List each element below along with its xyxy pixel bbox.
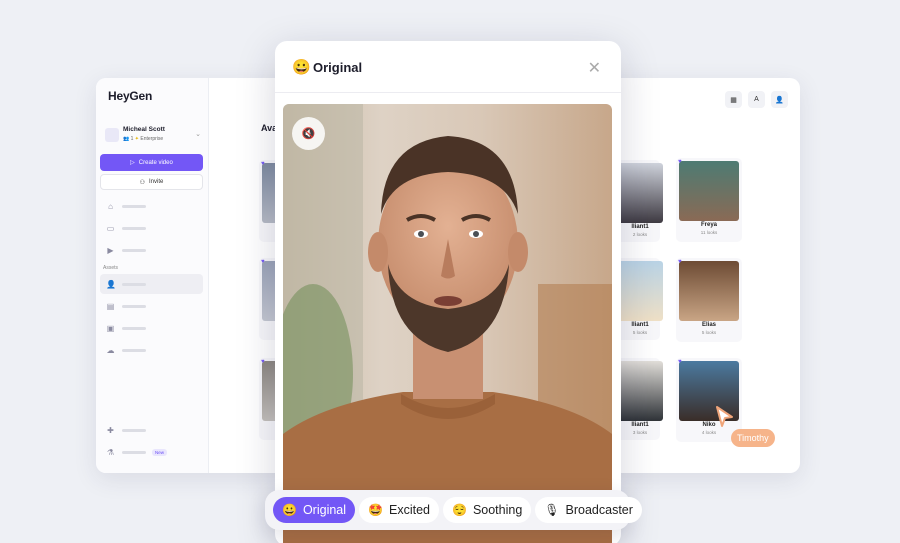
- avatar-icon: 👤: [106, 279, 116, 289]
- heart-icon[interactable]: ♥: [261, 359, 265, 365]
- sidebar-item-videos[interactable]: ▶: [100, 240, 203, 260]
- user-meta: 👥 1 ✦ Enterprise: [123, 136, 163, 142]
- avatar-name: Freya: [700, 222, 717, 228]
- user-name: Micheal Scott: [123, 126, 165, 133]
- mood-option-soothing[interactable]: 😌 Soothing: [442, 497, 532, 523]
- cursor-arrow-icon: [716, 406, 733, 427]
- grinning-face-icon: 😀: [292, 59, 311, 76]
- template-icon: ▣: [106, 323, 115, 333]
- mute-toggle-button[interactable]: 🔇: [292, 117, 325, 150]
- relieved-face-icon: 😌: [451, 503, 467, 517]
- video-preview-modal: 😀 Original ✕: [275, 41, 621, 543]
- avatar-looks: 5 looks: [701, 330, 717, 335]
- sidebar-item-avatars[interactable]: 👤: [100, 274, 203, 294]
- folder-icon: ▭: [106, 223, 115, 233]
- avatar-image: [679, 161, 739, 221]
- heygen-logo[interactable]: HeyGen: [108, 89, 152, 103]
- modal-header: 😀 Original ✕: [275, 41, 621, 93]
- invite-label: Invite: [149, 179, 164, 185]
- mood-label: Excited: [388, 503, 430, 517]
- mood-option-excited[interactable]: 🤩 Excited: [359, 497, 439, 523]
- sidebar-item-integrations[interactable]: ✚: [100, 420, 203, 440]
- chevron-down-icon[interactable]: ⌄: [195, 130, 201, 138]
- close-icon[interactable]: ✕: [588, 58, 601, 78]
- mood-label: Broadcaster: [565, 503, 633, 517]
- collaborator-cursor-label: Timothy: [731, 429, 775, 447]
- assets-section-label: Assets: [103, 265, 119, 271]
- cloud-upload-icon: ☁: [106, 345, 115, 355]
- toolbar: ▦ A 👤: [725, 91, 788, 108]
- sidebar: HeyGen Micheal Scott 👥 1 ✦ Enterprise ⌄ …: [96, 78, 209, 473]
- user-card[interactable]: Micheal Scott 👥 1 ✦ Enterprise ⌄: [103, 126, 203, 152]
- mood-label: Soothing: [472, 503, 523, 517]
- mood-option-original[interactable]: 😀 Original: [273, 497, 356, 523]
- create-video-label: Create video: [138, 159, 173, 166]
- avatar-tile[interactable]: ♥ Freya 11 looks: [676, 158, 742, 242]
- heart-icon[interactable]: ♥: [261, 161, 265, 167]
- mood-option-broadcaster[interactable]: 🎙 Broadcaster: [535, 497, 642, 523]
- person-icon: ⚇: [139, 179, 146, 186]
- avatar-looks: 11 looks: [700, 230, 718, 235]
- grinning-face-icon: 😀: [282, 503, 297, 517]
- users-icon: 👥: [123, 136, 130, 142]
- sidebar-item-voices[interactable]: ▤: [100, 296, 203, 316]
- star-struck-icon: 🤩: [368, 503, 383, 517]
- play-icon: ▷: [130, 160, 135, 166]
- avatar-image: [679, 261, 739, 321]
- microphone-icon: 🎙: [544, 503, 560, 517]
- heart-icon[interactable]: ♥: [261, 259, 265, 265]
- sidebar-item-labs[interactable]: ⚗ New: [100, 442, 203, 462]
- heart-icon[interactable]: ♥: [678, 159, 682, 165]
- speaker-muted-icon: 🔇: [301, 128, 316, 140]
- puzzle-icon: ✚: [107, 425, 114, 435]
- sidebar-item-home[interactable]: ⌂: [100, 196, 203, 216]
- translate-icon[interactable]: A: [748, 91, 765, 108]
- mood-label: Original: [302, 503, 347, 517]
- avatar: [105, 128, 119, 142]
- create-video-button[interactable]: ▷ Create video: [100, 154, 203, 171]
- home-icon: ⌂: [108, 201, 113, 211]
- avatar-tile[interactable]: ♥ Elias 5 looks: [676, 258, 742, 342]
- sidebar-item-uploads[interactable]: ☁: [100, 340, 203, 360]
- avatar-video[interactable]: [283, 104, 612, 543]
- sidebar-item-templates[interactable]: ▣: [100, 318, 203, 338]
- presenter-image: [283, 104, 612, 543]
- modal-title: Original: [313, 60, 363, 75]
- sidebar-item-projects[interactable]: ▭: [100, 218, 203, 238]
- heart-icon[interactable]: ♥: [678, 359, 682, 365]
- flask-icon: ⚗: [106, 447, 115, 457]
- mood-selector: 😀 Original 🤩 Excited 😌 Soothing 🎙 Broadc…: [265, 490, 642, 530]
- new-badge: New: [152, 448, 168, 456]
- heart-icon[interactable]: ♥: [678, 259, 682, 265]
- avatar-tile[interactable]: ♥ Niko 4 looks: [676, 358, 742, 442]
- star-icon: ✦: [134, 136, 139, 142]
- video-icon: ▶: [107, 245, 114, 255]
- invite-button[interactable]: ⚇ Invite: [100, 174, 203, 190]
- seat-count: 1: [130, 136, 134, 142]
- avatar-name: Elias: [701, 322, 716, 328]
- plan-name: Enterprise: [140, 136, 164, 142]
- chat-icon: ▤: [106, 301, 115, 311]
- media-icon[interactable]: ▦: [725, 91, 742, 108]
- add-user-icon[interactable]: 👤: [771, 91, 788, 108]
